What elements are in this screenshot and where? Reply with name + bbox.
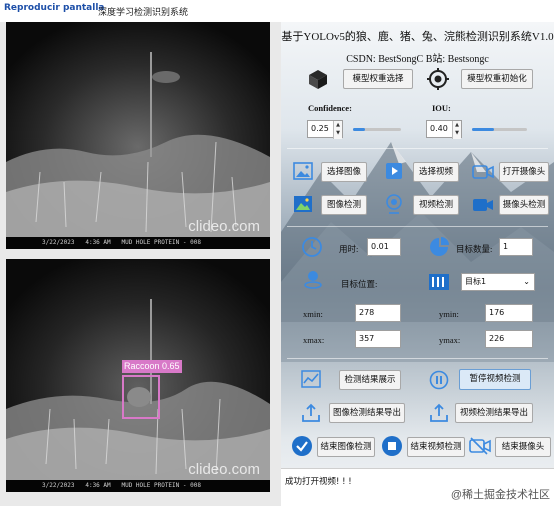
pause-icon: [429, 370, 449, 390]
author-subtitle: CSDN: BestSongC B站: Bestsongc: [346, 54, 489, 65]
recording-watermark: Reproducir pantalla: [4, 3, 105, 13]
status-text: 成功打开视频! ! !: [285, 477, 352, 487]
select-model-button[interactable]: 模型权重选择: [343, 69, 413, 89]
end-video-detect-button[interactable]: 结束视频检测: [407, 437, 465, 457]
video-detect-button[interactable]: 视频检测: [413, 195, 459, 215]
ymax-label: ymax:: [439, 335, 461, 345]
video-area: clideo.com 3/22/2023 4:36 AM MUD HOLE PR…: [0, 22, 281, 506]
video-file-icon: [386, 163, 402, 179]
gallery-icon: [294, 196, 312, 212]
check-circle-icon: [292, 436, 312, 456]
divider: [287, 358, 548, 359]
camera-detect-button[interactable]: 摄像头检测: [499, 195, 549, 215]
target-list-icon: [429, 274, 449, 290]
ymin-field: 176: [485, 304, 533, 322]
xmin-field: 278: [355, 304, 401, 322]
xmax-label: xmax:: [303, 335, 325, 345]
original-video-frame: clideo.com 3/22/2023 4:36 AM MUD HOLE PR…: [6, 22, 270, 249]
chevron-down-icon: ⌄: [523, 277, 530, 286]
pie-chart-icon: [430, 237, 449, 256]
app-title: 基于YOLOv5的狼、鹿、猪、兔、浣熊检测识别系统V1.0: [281, 31, 554, 43]
image-icon: [293, 162, 313, 180]
clideo-watermark: clideo.com: [188, 461, 260, 478]
pause-video-button[interactable]: 暂停视频检测: [459, 369, 531, 390]
raccoon-bounding-box: [122, 375, 160, 419]
mountain-background: [281, 142, 554, 362]
iou-label: IOU:: [432, 103, 451, 113]
camera-off-icon: [469, 437, 491, 455]
target-count-field: 1: [499, 238, 533, 256]
end-camera-button[interactable]: 结束摄像头: [495, 437, 551, 457]
select-video-button[interactable]: 选择视频: [413, 162, 459, 182]
export-video-results-button[interactable]: 视频检测结果导出: [455, 403, 533, 423]
spin-arrows[interactable]: ▲ ▼: [452, 121, 461, 139]
video-camera-icon: [473, 199, 493, 211]
camera-timestamp: 3/22/2023 4:36 AM MUD HOLE PROTEIN - 008: [42, 239, 201, 246]
time-label: 用时:: [339, 244, 359, 254]
init-model-button[interactable]: 模型权重初始化: [461, 69, 533, 89]
detection-label: Raccoon 0.65: [122, 360, 182, 373]
control-panel: 基于YOLOv5的狼、鹿、猪、兔、浣熊检测识别系统V1.0 CSDN: Best…: [281, 22, 554, 506]
target-count-label: 目标数量:: [456, 244, 493, 254]
clock-icon: [302, 237, 322, 257]
clideo-watermark: clideo.com: [188, 218, 260, 235]
footer-watermark: @稀土掘金技术社区: [450, 489, 550, 501]
cube-icon: [309, 70, 327, 89]
open-camera-button[interactable]: 打开摄像头: [499, 162, 549, 182]
night-scene-image: [6, 22, 270, 249]
target-select-dropdown[interactable]: 目标1 ⌄: [461, 273, 535, 291]
iou-spinbox[interactable]: 0.40 ▲ ▼: [426, 120, 462, 139]
window-title: 深度学习检测识别系统: [98, 8, 189, 18]
xmin-label: xmin:: [303, 309, 323, 319]
image-detect-button[interactable]: 图像检测: [321, 195, 367, 215]
target-position-label: 目标位置:: [341, 279, 378, 289]
settings-icon: [427, 68, 449, 90]
confidence-spinbox[interactable]: 0.25 ▲ ▼: [307, 120, 343, 139]
webcam-icon: [386, 194, 402, 214]
end-image-detect-button[interactable]: 结束图像检测: [317, 437, 375, 457]
select-image-button[interactable]: 选择图像: [321, 162, 367, 182]
divider: [287, 226, 548, 227]
camera-icon: [472, 165, 494, 179]
export-image-results-button[interactable]: 图像检测结果导出: [329, 403, 405, 423]
time-value-field: 0.01: [367, 238, 401, 256]
confidence-label: Confidence:: [308, 103, 352, 113]
ymin-label: ymin:: [439, 309, 459, 319]
xmax-field: 357: [355, 330, 401, 348]
iou-slider[interactable]: [472, 128, 527, 131]
export-icon: [302, 403, 320, 422]
spin-arrows[interactable]: ▲ ▼: [333, 121, 342, 139]
divider: [287, 148, 548, 149]
show-result-button[interactable]: 检测结果展示: [339, 370, 401, 390]
detected-video-frame: Raccoon 0.65 clideo.com 3/22/2023 4:36 A…: [6, 259, 270, 492]
window-titlebar: Reproducir pantalla 深度学习检测识别系统: [0, 0, 554, 23]
location-icon: [304, 271, 322, 289]
camera-timestamp: 3/22/2023 4:36 AM MUD HOLE PROTEIN - 008: [42, 482, 201, 489]
export-icon: [430, 403, 448, 422]
line-chart-icon: [301, 370, 321, 388]
ymax-field: 226: [485, 330, 533, 348]
stop-circle-icon: [382, 436, 402, 456]
confidence-slider[interactable]: [353, 128, 401, 131]
